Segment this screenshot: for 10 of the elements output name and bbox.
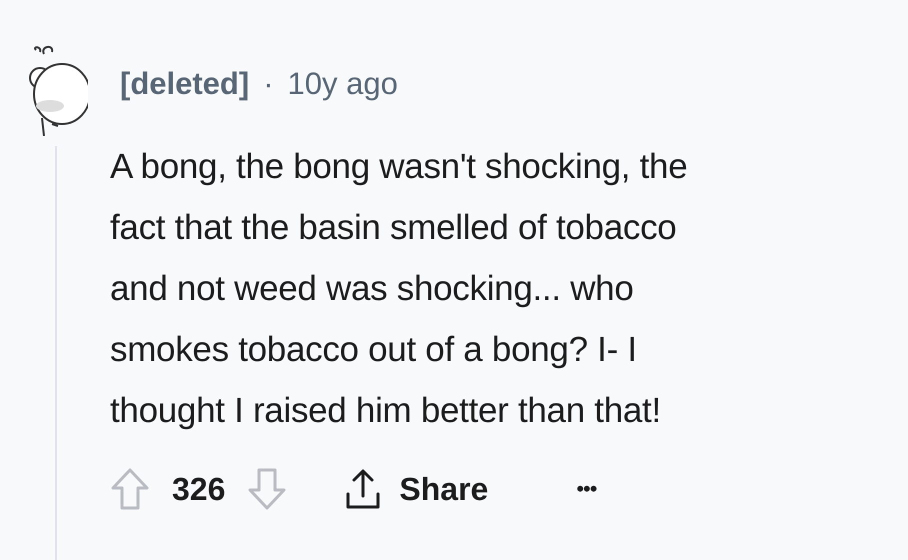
vote-score: 326: [172, 470, 226, 508]
more-options-button[interactable]: •••: [576, 476, 596, 502]
share-button[interactable]: Share: [345, 468, 488, 510]
upvote-icon[interactable]: [110, 467, 150, 511]
author-name[interactable]: [deleted]: [120, 66, 250, 102]
downvote-icon[interactable]: [247, 467, 288, 511]
share-icon: [345, 468, 382, 510]
comment-age: 10y ago: [288, 66, 398, 102]
comment-text: A bong, the bong wasn't shocking, the fact that the basin smelled of tobacco and not weed was shocking... who smokes tobacco out of a bong? I- I thought I raised him better than that!: [110, 146, 688, 432]
separator-dot: ·: [263, 66, 274, 102]
